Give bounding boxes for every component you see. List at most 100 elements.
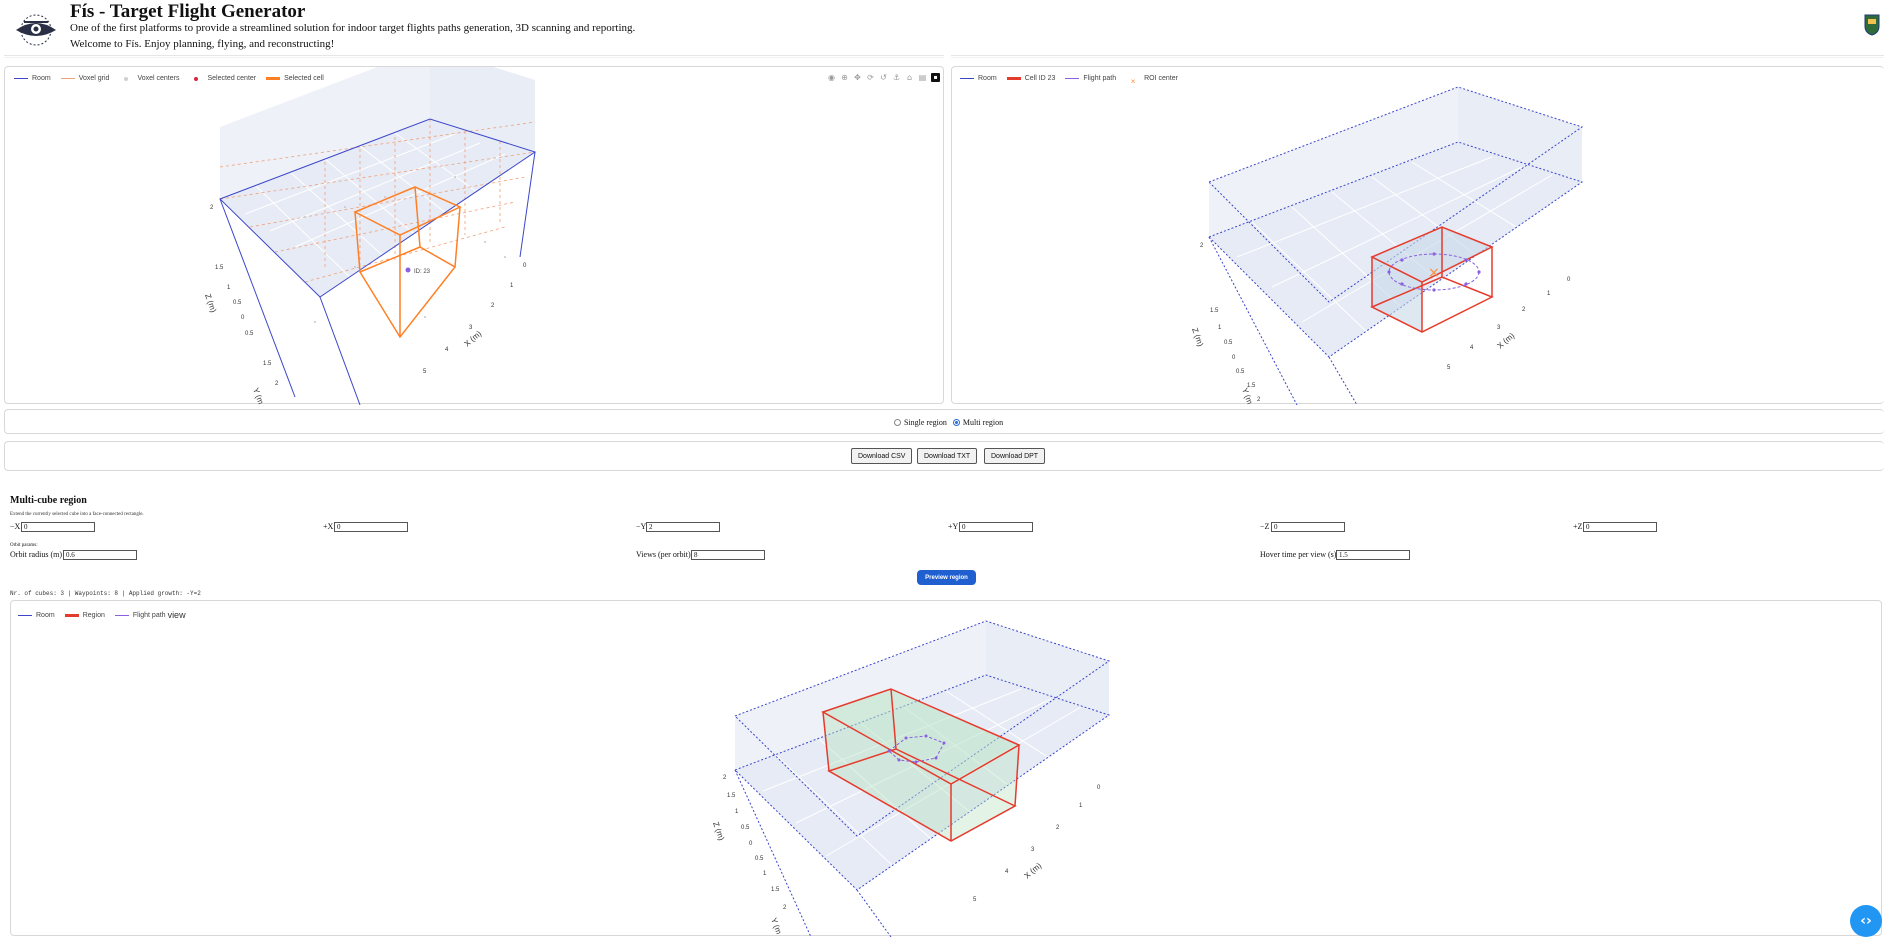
plus-y-label: +Y: [948, 522, 959, 531]
selected-center-marker[interactable]: [405, 267, 411, 273]
x-tick: 0: [1097, 785, 1101, 791]
z-tick: 2: [1200, 243, 1204, 249]
x-tick: 1: [1079, 803, 1083, 809]
x-tick: 3: [469, 325, 473, 331]
flight-path-plot-panel[interactable]: Room Cell ID 23 Flight path ×ROI center: [951, 66, 1884, 405]
x-tick: 2: [1522, 307, 1526, 313]
download-icon[interactable]: ▤: [918, 73, 927, 82]
z-tick: 1.5: [263, 361, 272, 367]
voxel-grid-3d-scene[interactable]: ID: 23 2 1.5 1 0.5 0 0.5 1.5 2 5 4 3 2 1…: [5, 67, 945, 405]
orbit-rotation-icon[interactable]: ⟳: [866, 73, 875, 82]
home-icon[interactable]: ⌂: [905, 73, 914, 82]
preview-region-button[interactable]: Preview region: [917, 570, 976, 585]
z-tick: 0: [1232, 355, 1236, 361]
multi-region-radio[interactable]: [952, 419, 960, 426]
region-preview-3d-scene[interactable]: 2 1.5 1 0.5 0 0.5 1 1.5 2 5 4 3 2 1 0 Z …: [11, 601, 1883, 937]
x-tick: 3: [1031, 847, 1035, 853]
z-tick: 1: [735, 809, 739, 815]
y-axis-title: Y (m: [769, 917, 783, 936]
z-tick: 0: [241, 315, 245, 321]
multi-region-label[interactable]: Multi region: [963, 418, 1003, 427]
app-header: Fís - Target Flight Generator One of the…: [0, 0, 1884, 56]
code-toggle-icon: ‹›: [1860, 913, 1872, 929]
views-per-orbit-label: Views (per orbit): [636, 550, 691, 559]
page-title: Fís - Target Flight Generator: [70, 1, 306, 22]
minus-x-input[interactable]: 0: [21, 522, 95, 532]
pan-icon[interactable]: ✥: [853, 73, 862, 82]
x-tick: 0: [523, 263, 527, 269]
plotly-logo-icon[interactable]: ▪: [931, 73, 940, 82]
z-tick: 1.5: [771, 887, 780, 893]
z-tick: 2: [723, 775, 727, 781]
z-tick: 1.5: [215, 265, 224, 271]
z-tick: 1.5: [1210, 308, 1219, 314]
download-txt-button[interactable]: Download TXT: [917, 448, 978, 464]
minus-z-label: −Z: [1260, 522, 1270, 531]
camera-icon[interactable]: ◉: [827, 73, 836, 82]
download-csv-button[interactable]: Download CSV: [851, 448, 913, 464]
x-tick: 5: [973, 897, 977, 903]
roi-center-marker[interactable]: ×: [1428, 265, 1440, 281]
x-axis-title: X (m): [463, 329, 484, 349]
code-toggle-button[interactable]: ‹›: [1850, 905, 1882, 937]
region-preview-plot-panel[interactable]: Room Region Flight path view 2 1.5 1 0.5…: [10, 600, 1883, 937]
page-tagline: One of the first platforms to provide a …: [70, 22, 636, 34]
views-per-orbit-input[interactable]: 8: [691, 550, 765, 560]
x-tick: 3: [1497, 325, 1501, 331]
x-tick: 1: [1547, 291, 1551, 297]
reset-camera-icon[interactable]: ⚓: [892, 73, 901, 82]
x-tick: 2: [491, 303, 495, 309]
x-tick: 4: [445, 347, 449, 353]
fis-logo-icon: [16, 14, 56, 46]
hover-time-label: Hover time per view (s): [1260, 550, 1337, 559]
plus-y-input[interactable]: 0: [959, 522, 1033, 532]
z-tick: 0.5: [233, 300, 242, 306]
header-divider-left: [4, 55, 944, 58]
voxel-grid-plot-panel[interactable]: Room Voxel grid Voxel centers Selected c…: [4, 66, 945, 405]
plus-x-label: +X: [323, 522, 334, 531]
region-status-text: Nr. of cubes: 3 | Waypoints: 8 | Applied…: [10, 590, 201, 597]
selected-point-label: ID: 23: [414, 269, 431, 275]
download-dpt-button[interactable]: Download DPT: [984, 448, 1046, 464]
z-tick: 1.5: [727, 793, 736, 799]
z-tick: 0.5: [1224, 340, 1233, 346]
z-tick: 0.5: [245, 331, 254, 337]
plus-z-label: +Z: [1573, 522, 1583, 531]
x-tick: 4: [1470, 345, 1474, 351]
x-tick: 1: [510, 283, 514, 289]
plus-z-input[interactable]: 0: [1583, 522, 1657, 532]
z-tick: 0.5: [1236, 369, 1245, 375]
plot-modebar: ◉ ⊕ ✥ ⟳ ↺ ⚓ ⌂ ▤ ▪: [827, 73, 940, 82]
zoom-icon[interactable]: ⊕: [840, 73, 849, 82]
header-divider-right: [951, 55, 1884, 58]
university-crest-icon: [1864, 14, 1880, 36]
multi-cube-description: Extend the currently selected cube into …: [10, 512, 144, 517]
z-tick: 1: [1218, 325, 1222, 331]
plus-x-input[interactable]: 0: [334, 522, 408, 532]
single-region-radio[interactable]: [894, 419, 901, 426]
x-tick: 5: [1447, 365, 1451, 371]
minus-y-input[interactable]: 2: [646, 522, 720, 532]
z-tick: 2: [275, 381, 279, 387]
turntable-rotation-icon[interactable]: ↺: [879, 73, 888, 82]
single-region-label[interactable]: Single region: [904, 418, 947, 427]
orbit-radius-label: Orbit radius (m): [10, 550, 62, 559]
y-axis-title: Y (m: [251, 387, 265, 405]
welcome-text: Welcome to Fís. Enjoy planning, flying, …: [70, 38, 335, 50]
mode-radio-group: Single region Multi region: [894, 418, 1003, 427]
y-axis-title: Y (m: [1240, 387, 1254, 405]
hover-time-input[interactable]: 1.5: [1336, 550, 1410, 560]
z-tick: 1: [763, 871, 767, 877]
orbit-params-label: Orbit params:: [10, 543, 38, 548]
z-tick: 1: [227, 285, 231, 291]
minus-x-label: −X: [10, 522, 21, 531]
z-tick: 0.5: [741, 825, 750, 831]
minus-z-input[interactable]: 0: [1271, 522, 1345, 532]
z-tick: 2: [1257, 397, 1261, 403]
x-tick: 0: [1567, 277, 1571, 283]
flight-path-3d-scene[interactable]: × 2 1.5 1 0.5 0 0.5 1.5 2 5 4 3 2 1 0 Z …: [952, 67, 1884, 405]
z-tick: 2: [783, 905, 787, 911]
multi-cube-title: Multi-cube region: [10, 495, 87, 506]
orbit-radius-input[interactable]: 0.6: [63, 550, 137, 560]
x-axis-title: X (m): [1496, 331, 1517, 351]
